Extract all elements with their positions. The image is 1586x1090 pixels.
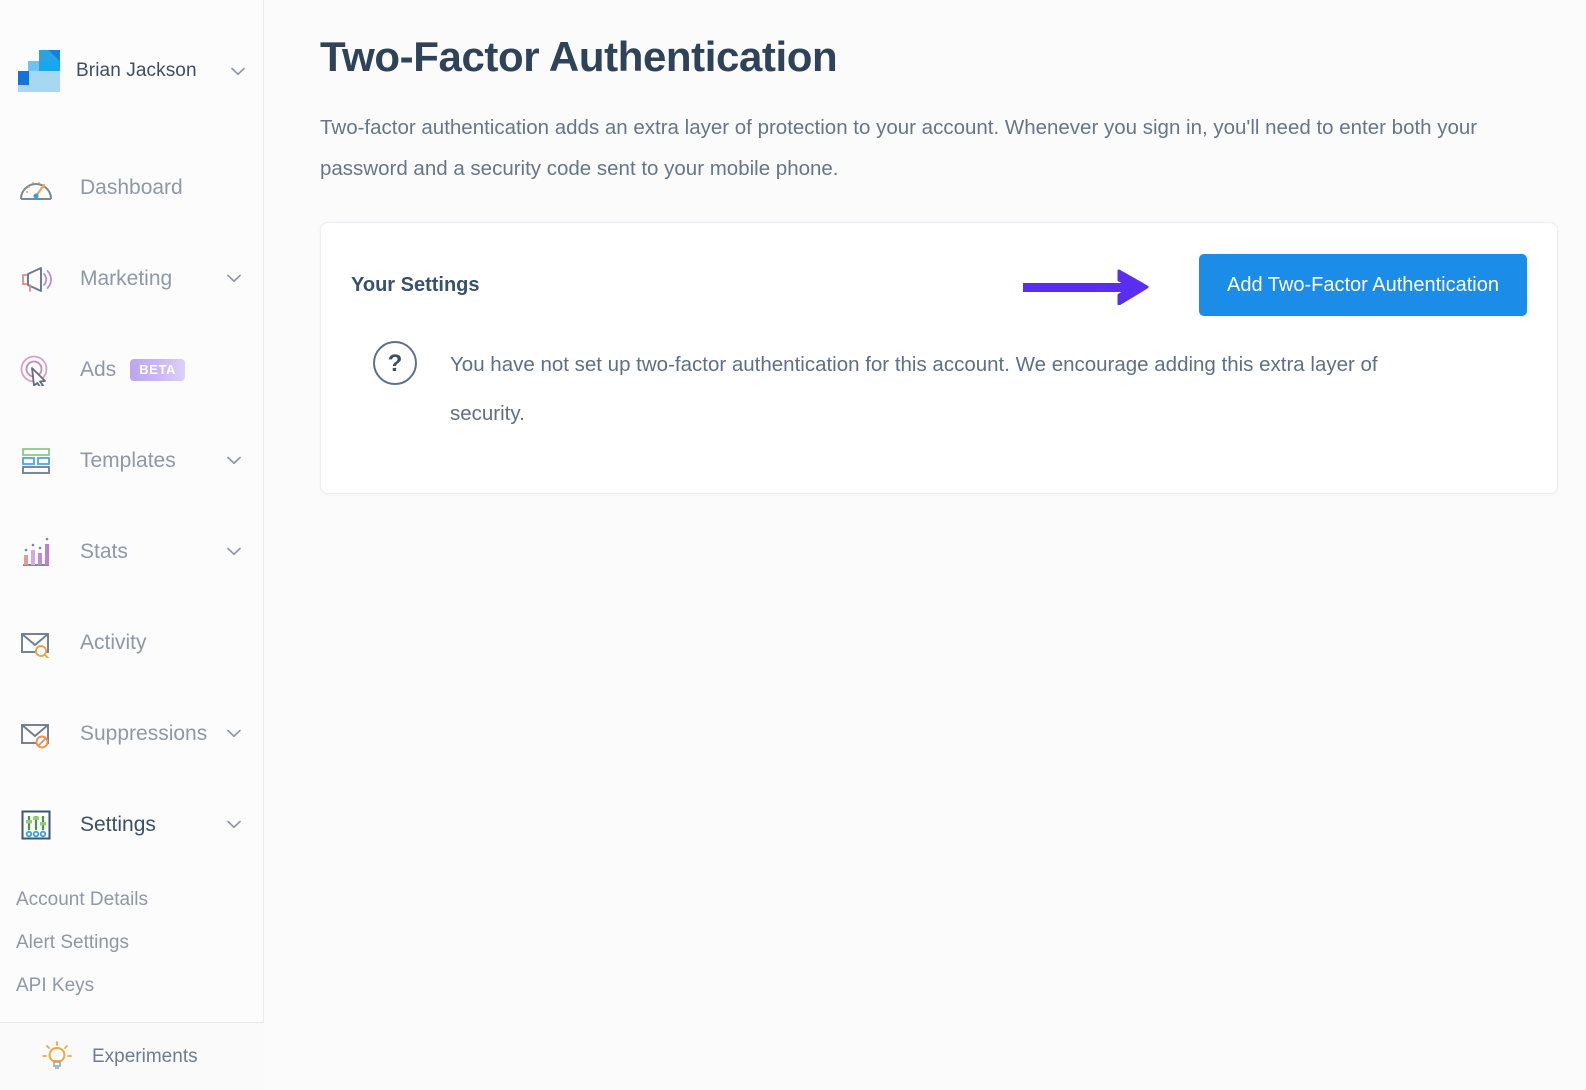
chevron-down-icon[interactable] [231, 67, 245, 76]
sidebar-subitem-alert-settings[interactable]: Alert Settings [8, 921, 263, 964]
sidebar-item-activity[interactable]: Activity [0, 597, 263, 688]
sidebar-item-label: Dashboard [80, 175, 183, 199]
sidebar-item-label: Templates [80, 448, 176, 472]
sidebar-item-dashboard[interactable]: Dashboard [0, 142, 263, 233]
sidebar-item-templates[interactable]: Templates [0, 415, 263, 506]
megaphone-icon [16, 259, 56, 299]
sidebar-item-label: Settings [80, 812, 156, 836]
sidebar-item-ads[interactable]: Ads BETA [0, 324, 263, 415]
settings-card: Your Settings Add Two-Factor Authenticat… [320, 222, 1558, 494]
card-header-actions: Add Two-Factor Authentication [1022, 254, 1527, 316]
card-body: ? You have not set up two-factor authent… [351, 340, 1527, 438]
sidebar-item-marketing[interactable]: Marketing [0, 233, 263, 324]
sidebar-subitem-account-details[interactable]: Account Details [8, 878, 263, 921]
chevron-down-icon[interactable] [227, 274, 241, 283]
sidebar-item-label: Activity [80, 630, 147, 654]
sidebar-item-label: Marketing [80, 266, 173, 290]
status-message: You have not set up two-factor authentic… [450, 353, 1378, 425]
chevron-down-icon[interactable] [227, 456, 241, 465]
add-two-factor-authentication-button[interactable]: Add Two-Factor Authentication [1198, 254, 1527, 316]
settings-subnav: Account Details Alert Settings API Keys [0, 870, 263, 1007]
page-title: Two-Factor Authentication [320, 33, 838, 80]
sidebar-item-label: Stats [80, 539, 128, 563]
sidebar-item-settings[interactable]: Settings [0, 779, 263, 870]
status-badge: BETA [130, 358, 186, 381]
experiments-footer-button[interactable]: Experiments [0, 1022, 264, 1090]
question-mark-circle-icon: ? [372, 340, 418, 386]
sidebar-item-suppressions[interactable]: Suppressions [0, 688, 263, 779]
sidebar-item-label: Suppressions [80, 721, 208, 745]
sidebar: Brian Jackson Dashboard Marketing Ads BE… [0, 0, 264, 1090]
account-name: Brian Jackson [76, 60, 197, 81]
main-content: Two-Factor Authentication Two-factor aut… [264, 0, 1586, 1090]
page-description: Two-factor authentication adds an extra … [320, 116, 1478, 180]
experiments-label: Experiments [92, 1045, 198, 1067]
layout-icon [16, 441, 56, 481]
lightbulb-icon [40, 1040, 74, 1074]
bar-chart-icon [16, 532, 56, 572]
envelope-block-icon [16, 714, 56, 754]
chevron-down-icon[interactable] [227, 547, 241, 556]
chevron-down-icon[interactable] [227, 820, 241, 829]
sidebar-item-label: Ads [80, 357, 117, 381]
svg-text:?: ? [388, 350, 403, 377]
sidebar-subitem-api-keys[interactable]: API Keys [8, 964, 263, 1007]
card-heading: Your Settings [351, 273, 480, 296]
envelope-search-icon [16, 623, 56, 663]
gauge-icon [16, 168, 56, 208]
right-arrow-annotation [1022, 265, 1173, 305]
card-header: Your Settings Add Two-Factor Authenticat… [351, 253, 1527, 317]
sidebar-item-stats[interactable]: Stats [0, 506, 263, 597]
grid-squares-logo [18, 50, 60, 92]
target-cursor-icon [16, 350, 56, 390]
chevron-down-icon[interactable] [227, 729, 241, 738]
sliders-icon [16, 805, 56, 845]
account-switcher[interactable]: Brian Jackson [0, 0, 263, 142]
